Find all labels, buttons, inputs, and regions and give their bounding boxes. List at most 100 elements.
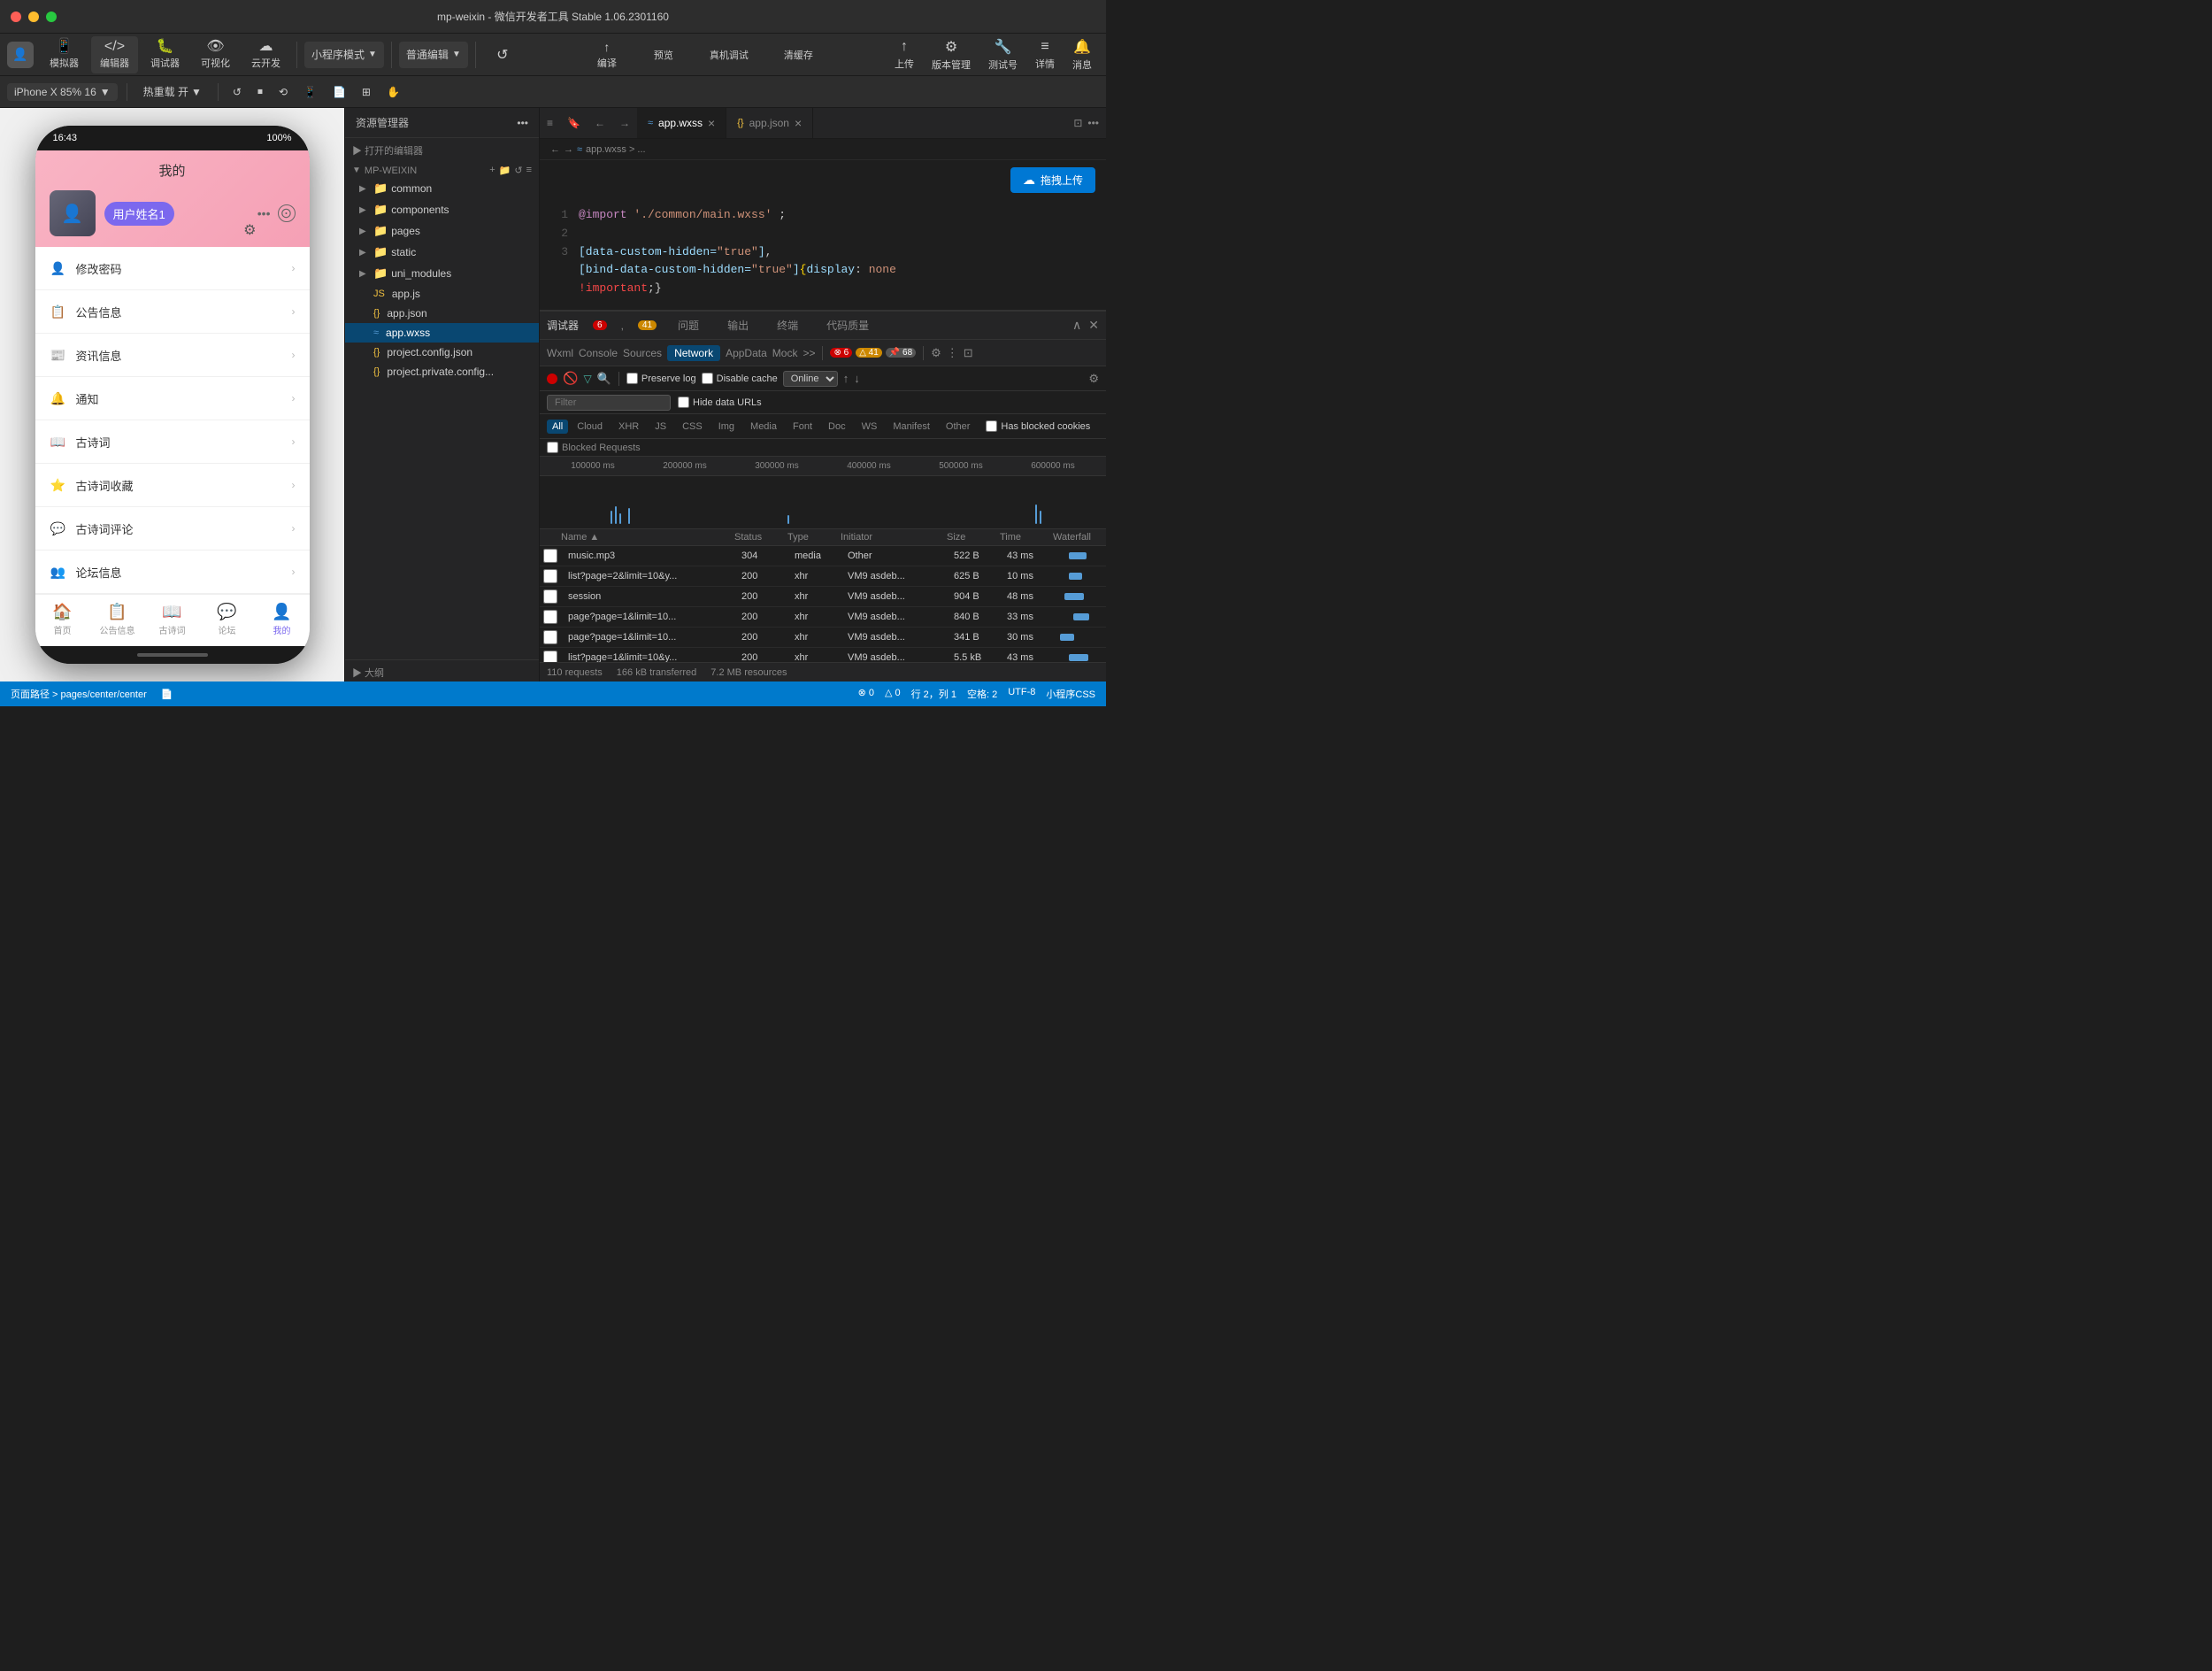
type-tab-css[interactable]: CSS xyxy=(675,419,710,435)
tab-appjson[interactable]: {} app.json × xyxy=(726,108,813,138)
type-tab-manifest[interactable]: Manifest xyxy=(886,419,937,435)
back-btn[interactable]: ↺ xyxy=(227,83,247,101)
table-row[interactable]: session 200 xhr VM9 asdeb... 904 B 48 ms xyxy=(540,587,1106,607)
close-button[interactable] xyxy=(11,12,21,22)
search-btn[interactable]: 🔍 xyxy=(597,372,611,386)
phone-menu-item[interactable]: 👤 修改密码 › xyxy=(35,247,310,290)
phone-menu-item[interactable]: 📰 资讯信息 › xyxy=(35,334,310,377)
devtools-tab-output[interactable]: 输出 xyxy=(720,314,756,336)
code-editor[interactable]: 1 @import './common/main.wxss' ; 2 xyxy=(540,199,1106,310)
th-name[interactable]: Name ▲ xyxy=(554,532,731,543)
rotate-btn[interactable]: ⟲ xyxy=(273,83,293,101)
phone-menu-item[interactable]: 💬 古诗词评论 › xyxy=(35,507,310,551)
throttle-select[interactable]: Online xyxy=(783,371,838,387)
phone-more-icon[interactable]: ••• xyxy=(257,206,271,220)
editor-btn[interactable]: </> 编辑器 xyxy=(91,36,138,73)
devtools-tab-quality[interactable]: 代码质量 xyxy=(819,314,876,336)
devtools-collapse-btn[interactable]: ∧ xyxy=(1072,318,1081,333)
network-settings-btn[interactable]: ⚙ xyxy=(1088,372,1099,386)
phone-menu-item[interactable]: ⭐ 古诗词收藏 › xyxy=(35,464,310,507)
th-time[interactable]: Time xyxy=(996,532,1049,543)
file-project-private[interactable]: {} project.private.config... xyxy=(345,362,539,381)
phone-nav-item[interactable]: 📖 古诗词 xyxy=(145,603,200,636)
visible-btn[interactable]: 👁 可视化 xyxy=(192,36,239,73)
cloud-btn[interactable]: ☁ 云开发 xyxy=(242,36,289,73)
avatar[interactable]: 👤 xyxy=(7,42,34,68)
type-tab-all[interactable]: All xyxy=(547,420,568,434)
tab-close-btn[interactable]: × xyxy=(708,117,715,129)
devtools-tab-terminal[interactable]: 终端 xyxy=(770,314,805,336)
collapse-btn[interactable]: ≡ xyxy=(526,165,532,176)
phone-record-icon[interactable]: ⊙ xyxy=(278,204,296,222)
layout-btn[interactable]: ⊞ xyxy=(357,83,376,101)
open-editors-section[interactable]: ▶ 打开的编辑器 xyxy=(345,138,539,159)
tab-appwxss[interactable]: ≈ app.wxss × xyxy=(637,108,726,138)
network-tab-more[interactable]: >> xyxy=(803,347,815,359)
network-tab-console[interactable]: Console xyxy=(579,347,618,359)
refresh-tree-btn[interactable]: ↺ xyxy=(514,165,522,176)
menu-icon-btn[interactable]: ≡ xyxy=(540,117,560,129)
file-icon-small[interactable]: 📄 xyxy=(161,689,173,700)
row-checkbox[interactable] xyxy=(543,569,557,583)
compile-dropdown[interactable]: 普通编辑 ▼ xyxy=(399,42,468,68)
network-tab-appdata[interactable]: AppData xyxy=(726,347,767,359)
th-waterfall[interactable]: Waterfall xyxy=(1049,532,1106,543)
breadcrumb-forward[interactable]: → xyxy=(564,144,573,155)
hide-urls-check[interactable]: Hide data URLs xyxy=(678,397,762,408)
tab-close-btn[interactable]: × xyxy=(795,117,802,129)
row-checkbox[interactable] xyxy=(543,630,557,644)
debugger-btn[interactable]: 🐛 调试器 xyxy=(142,36,188,73)
type-tab-ws[interactable]: WS xyxy=(855,419,885,435)
type-tab-cloud[interactable]: Cloud xyxy=(570,419,610,435)
folder-common[interactable]: ▶ 📁 common xyxy=(345,178,539,199)
more-editor-btn[interactable]: ••• xyxy=(1087,117,1099,129)
file-appwxss[interactable]: ≈ app.wxss xyxy=(345,323,539,343)
preserve-log-check[interactable]: Preserve log xyxy=(626,373,696,384)
page-btn[interactable]: 📄 xyxy=(327,83,351,101)
phone-nav-item[interactable]: 🏠 首页 xyxy=(35,603,90,636)
phone-settings-btn[interactable]: ⚙ xyxy=(243,221,256,239)
download-throttle-btn[interactable]: ↓ xyxy=(854,372,860,385)
phone-icon-btn[interactable]: 📱 xyxy=(298,83,322,101)
type-tab-xhr[interactable]: XHR xyxy=(611,419,646,435)
minimize-button[interactable] xyxy=(28,12,39,22)
simulator-btn[interactable]: 📱 模拟器 xyxy=(41,36,88,73)
breadcrumb-back[interactable]: ← xyxy=(550,144,560,155)
disable-cache-check[interactable]: Disable cache xyxy=(702,373,778,384)
preview-btn[interactable]: 预览 xyxy=(644,44,683,65)
window-controls[interactable] xyxy=(11,12,57,22)
file-appjs[interactable]: JS app.js xyxy=(345,284,539,304)
phone-menu-item[interactable]: 🔔 通知 › xyxy=(35,377,310,420)
split-editor-btn[interactable]: ⊡ xyxy=(1073,117,1082,129)
test-btn[interactable]: 🔧 测试号 xyxy=(981,35,1025,75)
clear-network-btn[interactable]: 🚫 xyxy=(563,371,578,386)
table-row[interactable]: page?page=1&limit=10... 200 xhr VM9 asde… xyxy=(540,607,1106,628)
detail-btn[interactable]: ≡ 详情 xyxy=(1028,35,1062,74)
phone-menu-item[interactable]: 👥 论坛信息 › xyxy=(35,551,310,594)
filter-input[interactable] xyxy=(547,395,671,411)
message-btn[interactable]: 🔔 消息 xyxy=(1065,35,1099,75)
outline-section-header[interactable]: ▶ 大纲 xyxy=(345,659,539,681)
type-tab-media[interactable]: Media xyxy=(743,419,784,435)
th-size[interactable]: Size xyxy=(943,532,996,543)
devtools-more-btn[interactable]: ⋮ xyxy=(947,346,958,360)
file-sidebar-more[interactable]: ••• xyxy=(517,117,528,129)
filter-icon[interactable]: ▽ xyxy=(583,373,591,385)
table-row[interactable]: list?page=2&limit=10&y... 200 xhr VM9 as… xyxy=(540,566,1106,587)
phone-nav-item[interactable]: 💬 论坛 xyxy=(200,603,255,636)
devtools-close-btn[interactable]: ✕ xyxy=(1088,318,1099,333)
devtools-settings-btn[interactable]: ⚙ xyxy=(931,346,941,360)
new-file-btn[interactable]: + xyxy=(489,165,495,176)
compile-center-btn[interactable]: ↑ 编译 xyxy=(588,36,626,73)
table-row[interactable]: music.mp3 304 media Other 522 B 43 ms xyxy=(540,546,1106,566)
type-tab-doc[interactable]: Doc xyxy=(821,419,853,435)
back-nav-btn[interactable]: ← xyxy=(588,117,612,129)
devtools-tab-issues[interactable]: 问题 xyxy=(671,314,706,336)
new-folder-btn[interactable]: 📁 xyxy=(499,165,511,176)
remote-debug-btn[interactable]: 真机调试 xyxy=(701,44,757,65)
network-tab-network[interactable]: Network xyxy=(667,345,720,361)
clear-cache-btn[interactable]: 清缓存 xyxy=(775,44,822,65)
stop-btn[interactable]: ⏹ xyxy=(252,82,268,101)
devtools-undock-btn[interactable]: ⊡ xyxy=(964,346,973,360)
touch-btn[interactable]: ✋ xyxy=(381,83,405,101)
